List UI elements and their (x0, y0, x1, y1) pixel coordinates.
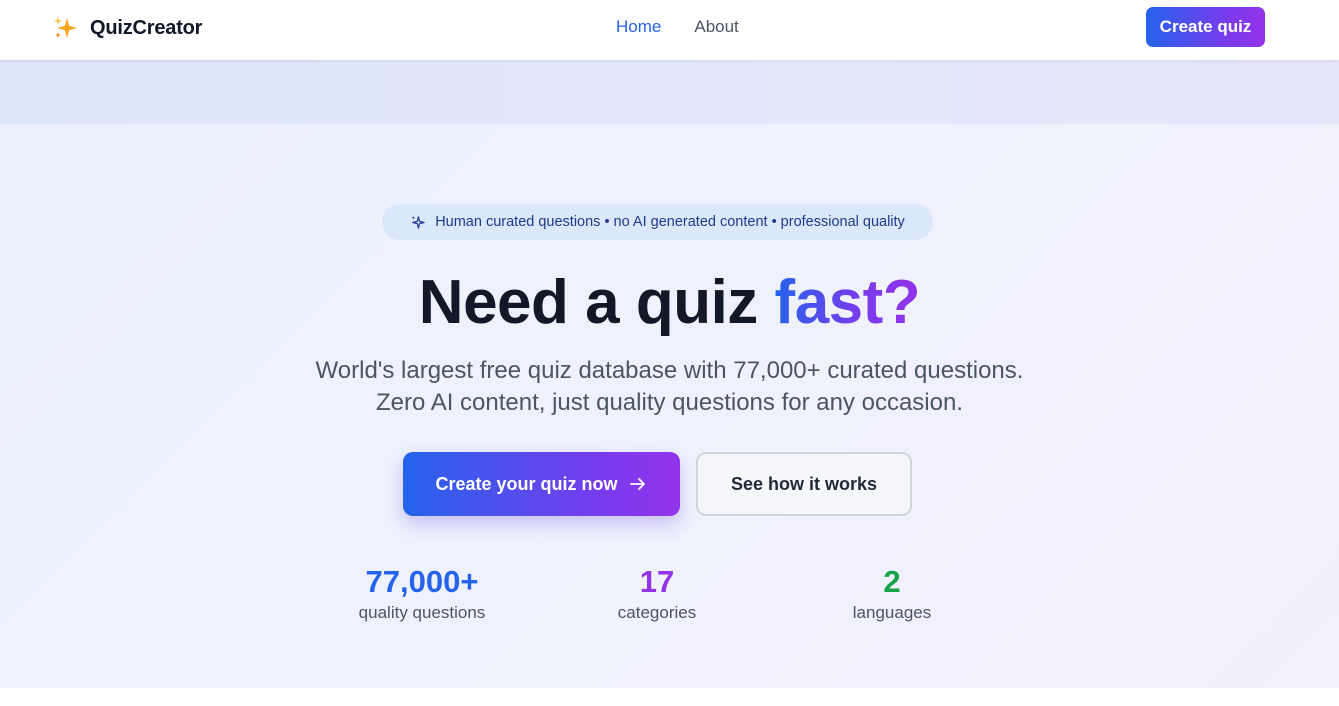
sparkles-icon (54, 17, 77, 38)
arrow-right-icon (629, 478, 645, 490)
subtitle-line-2: Zero AI content, just quality questions … (376, 389, 963, 416)
nav-link-about[interactable]: About (694, 17, 738, 37)
page-headline: Need a quiz fast? (0, 266, 1339, 340)
create-your-quiz-button[interactable]: Create your quiz now (403, 452, 680, 516)
create-quiz-button[interactable]: Create quiz (1146, 7, 1265, 47)
sparkles-icon (411, 215, 425, 229)
stat-categories: 17 categories (537, 564, 777, 625)
pill-text: Human curated questions • no AI generate… (435, 214, 905, 230)
navbar: QuizCreator Home About Create quiz (0, 0, 1339, 60)
stat-questions: 77,000+ quality questions (302, 564, 542, 625)
stat-value: 77,000+ (365, 564, 479, 599)
create-your-quiz-label: Create your quiz now (435, 473, 618, 494)
hero-section: Human curated questions • no AI generate… (0, 124, 1339, 688)
brand-name: QuizCreator (90, 16, 203, 39)
stat-label: categories (617, 603, 697, 622)
stat-label: quality questions (358, 603, 486, 622)
stat-value: 2 (883, 564, 901, 599)
stat-label: languages (852, 603, 932, 622)
page-bottom (0, 688, 1339, 706)
headline-plain: Need a quiz (418, 268, 775, 337)
nav-links: Home About (616, 17, 739, 37)
top-band (0, 60, 1339, 124)
headline-accent: fast? (774, 268, 921, 337)
stat-languages: 2 languages (772, 564, 1012, 625)
feature-pill: Human curated questions • no AI generate… (382, 204, 933, 240)
stat-value: 17 (639, 564, 675, 599)
subtitle-line-1: World's largest free quiz database with … (315, 357, 1024, 384)
brand-logo[interactable]: QuizCreator (52, 14, 202, 42)
nav-link-home[interactable]: Home (616, 17, 661, 37)
see-how-it-works-button[interactable]: See how it works (696, 452, 912, 516)
